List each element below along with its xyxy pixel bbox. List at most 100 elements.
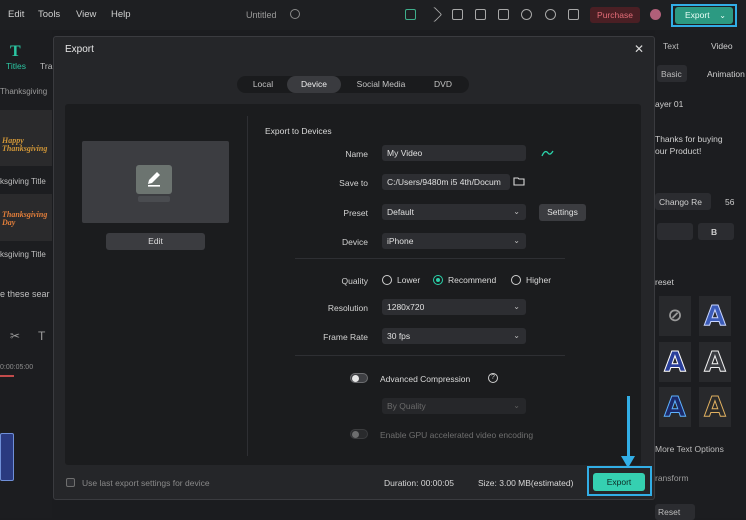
tab-titles[interactable]: Titles <box>6 61 26 71</box>
save-to-label: Save to <box>339 178 368 188</box>
resolution-value: 1280x720 <box>387 302 425 312</box>
settings-button[interactable]: Settings <box>539 204 586 221</box>
compression-mode-value: By Quality <box>387 401 426 411</box>
video-preview <box>82 141 229 223</box>
chevron-down-icon: ⌄ <box>513 302 520 311</box>
tab-local[interactable]: Local <box>239 76 287 93</box>
preset-style-blue[interactable]: A <box>699 296 731 336</box>
folder-icon[interactable] <box>513 176 525 186</box>
export-settings-panel: Edit Export to Devices Name My Video Sav… <box>65 104 641 465</box>
top-export-label: Export <box>685 10 710 20</box>
title-card-2[interactable]: Thanksgiving Day <box>0 194 52 241</box>
quality-lower-radio[interactable] <box>382 275 392 285</box>
size-text: Size: 3.00 MB(estimated) <box>478 478 574 488</box>
media-icon[interactable] <box>452 9 463 20</box>
preset-value: Default <box>387 207 414 217</box>
tab-device[interactable]: Device <box>287 76 341 93</box>
arrow-annotation <box>627 396 630 458</box>
compression-mode-select[interactable]: By Quality ⌄ <box>382 398 526 414</box>
resolution-select[interactable]: 1280x720 ⌄ <box>382 299 526 315</box>
no-style-icon[interactable]: ⊘ <box>659 296 691 336</box>
preset-style-gold[interactable]: A <box>699 387 731 427</box>
send-icon[interactable] <box>426 6 443 23</box>
chevron-down-icon: ⌄ <box>513 401 520 410</box>
name-input[interactable]: My Video <box>382 145 526 161</box>
save-icon[interactable] <box>498 9 509 20</box>
grid-icon[interactable] <box>568 9 579 20</box>
advanced-compression-toggle[interactable] <box>350 373 368 383</box>
title-card-1[interactable]: Happy Thanksgiving <box>0 110 52 166</box>
gpu-encoding-toggle[interactable] <box>350 429 368 439</box>
quality-higher-radio[interactable] <box>511 275 521 285</box>
playhead-marker <box>0 375 14 377</box>
preset-style-neon[interactable]: A <box>659 387 691 427</box>
title-card-text: Thanksgiving Day <box>2 210 48 227</box>
purchase-button[interactable]: Purchase <box>590 7 640 23</box>
arrow-head <box>621 456 635 468</box>
timeline-timecode: 0:00:05:00 <box>0 364 34 371</box>
menu-tools[interactable]: Tools <box>38 9 60 20</box>
quality-recommend-radio[interactable] <box>433 275 443 285</box>
dialog-title: Export <box>65 44 94 55</box>
titles-icon[interactable]: T <box>10 43 21 61</box>
use-last-settings-checkbox[interactable] <box>66 478 75 487</box>
document-title: Untitled <box>246 10 277 20</box>
align-button[interactable] <box>657 223 693 240</box>
more-text-options[interactable]: More Text Options <box>655 444 724 454</box>
transform-section[interactable]: ransform <box>655 473 689 483</box>
font-select-label: Chango Re <box>659 197 703 207</box>
ai-rename-icon[interactable] <box>541 148 554 158</box>
subtab-basic-label: Basic <box>661 69 682 79</box>
gpu-encoding-label: Enable GPU accelerated video encoding <box>380 430 534 440</box>
divider <box>295 258 565 259</box>
search-hint: e these sear <box>0 289 50 299</box>
text-content-field[interactable]: Thanks for buying our Product! <box>655 133 723 157</box>
tab-transitions[interactable]: Tra <box>40 61 52 71</box>
tab-social-media[interactable]: Social Media <box>345 76 417 93</box>
preset-style-white[interactable]: A <box>699 342 731 382</box>
device-label: Device <box>342 237 368 247</box>
tab-video[interactable]: Video <box>711 41 733 51</box>
export-dialog: Export ✕ Local Device Social Media DVD E… <box>53 36 655 500</box>
tab-text[interactable]: Text <box>663 41 679 51</box>
subtab-animation[interactable]: Animation <box>707 69 745 79</box>
save-status-icon <box>290 9 300 19</box>
top-export-button[interactable]: Export ⌄ <box>675 7 733 24</box>
text-tool-icon[interactable]: T <box>38 329 45 343</box>
cloud-icon[interactable] <box>521 9 532 20</box>
tab-dvd[interactable]: DVD <box>421 76 465 93</box>
preset-select[interactable]: Default ⌄ <box>382 204 526 220</box>
vertical-divider <box>247 116 248 456</box>
edit-thumbnail-button[interactable]: Edit <box>106 233 205 250</box>
font-size-value[interactable]: 56 <box>725 197 734 207</box>
gift-icon[interactable] <box>405 9 416 20</box>
menu-help[interactable]: Help <box>111 9 131 20</box>
scissors-icon[interactable]: ✂ <box>10 329 20 343</box>
quality-label: Quality <box>341 276 368 286</box>
monitor-icon[interactable] <box>475 9 486 20</box>
section-title: Export to Devices <box>265 126 332 136</box>
resolution-label: Resolution <box>327 303 368 313</box>
duration-text: Duration: 00:00:05 <box>384 478 454 488</box>
title-card-label: ksgiving Title <box>0 177 46 186</box>
menu-edit[interactable]: Edit <box>8 9 24 20</box>
chevron-down-icon: ⌄ <box>513 236 520 245</box>
preset-label: Preset <box>343 208 368 218</box>
close-icon[interactable]: ✕ <box>634 42 644 56</box>
save-path-input[interactable]: C:/Users/9480m i5 4th/Docum <box>382 174 510 190</box>
avatar[interactable] <box>650 9 661 20</box>
divider <box>295 355 565 356</box>
export-button[interactable]: Export <box>593 473 645 491</box>
timeline-clip[interactable] <box>0 433 14 481</box>
quality-recommend-label: Recommend <box>448 275 497 285</box>
preset-style-outline[interactable]: A <box>659 342 691 382</box>
preset-label: reset <box>655 277 674 287</box>
help-icon[interactable]: ? <box>488 373 498 383</box>
reset-label: Reset <box>658 507 681 517</box>
frame-rate-select[interactable]: 30 fps ⌄ <box>382 328 526 344</box>
top-menu-bar: Edit Tools View Help Untitled Purchase E… <box>0 0 746 30</box>
device-select[interactable]: iPhone ⌄ <box>382 233 526 249</box>
menu-view[interactable]: View <box>76 9 96 20</box>
headset-icon[interactable] <box>545 9 556 20</box>
frame-rate-label: Frame Rate <box>323 332 368 342</box>
